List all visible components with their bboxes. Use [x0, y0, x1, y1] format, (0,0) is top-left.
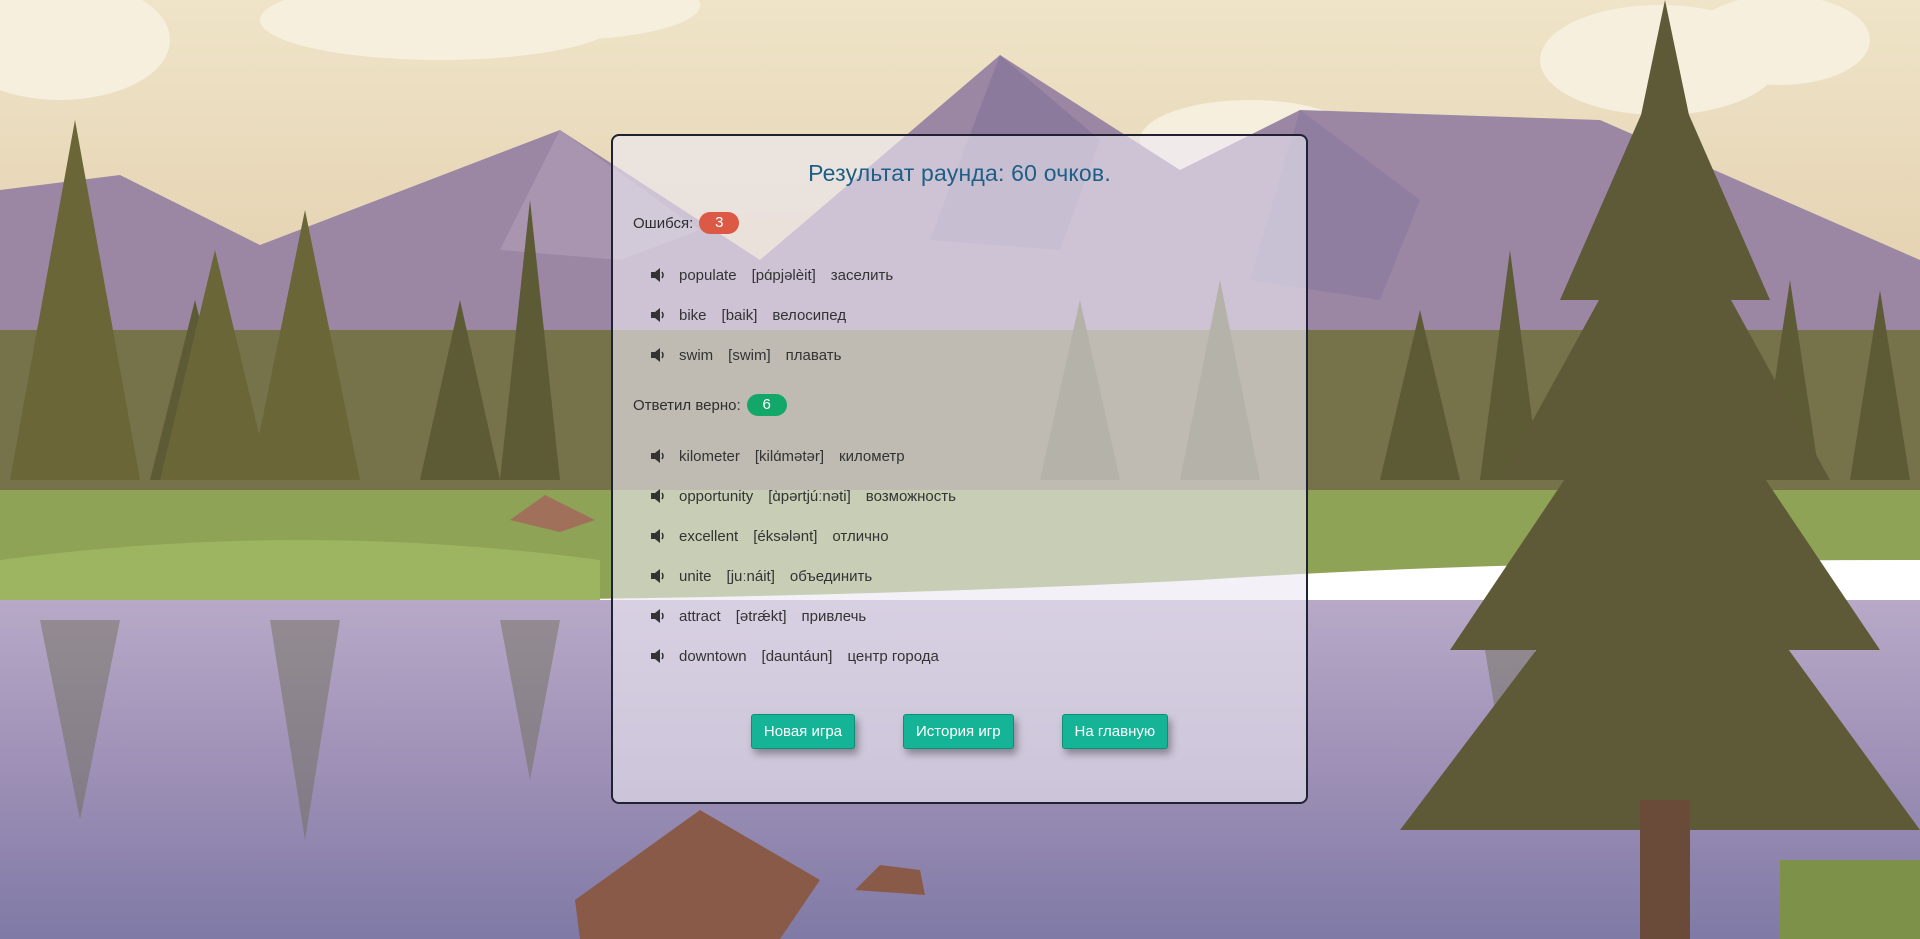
list-item: bike [baik] велосипед — [651, 295, 893, 335]
word-translation: привлечь — [801, 607, 867, 625]
list-item: downtown [dauntáun] центр города — [651, 636, 956, 676]
speaker-icon[interactable] — [651, 609, 667, 623]
mistakes-label: Ошибся: — [633, 214, 694, 232]
mistakes-count-badge: 3 — [699, 212, 740, 234]
game-history-button[interactable]: История игр — [903, 714, 1014, 749]
speaker-icon[interactable] — [651, 569, 667, 583]
action-buttons: Новая игра История игр На главную — [613, 714, 1306, 749]
speaker-icon[interactable] — [651, 529, 667, 543]
new-game-button[interactable]: Новая игра — [750, 714, 856, 749]
round-result-title: Результат раунда: 60 очков. — [808, 160, 1111, 186]
word-translation: объединить — [789, 567, 873, 585]
word-english: kilometer — [679, 447, 740, 465]
speaker-icon[interactable] — [651, 489, 667, 503]
list-item: excellent [éksələnt] отлично — [651, 516, 956, 556]
speaker-icon[interactable] — [651, 268, 667, 282]
word-translation: центр города — [847, 647, 939, 665]
word-english: downtown — [679, 647, 747, 665]
correct-word-list: kilometer [kilɑ́mətər] километр opportun… — [651, 436, 956, 676]
list-item: opportunity [ɑ̀pərtjúːnəti] возможность — [651, 476, 956, 516]
list-item: attract [ətrǽkt] привлечь — [651, 596, 956, 636]
results-panel: Результат раунда: 60 очков. Ошибся: 3 po… — [611, 134, 1308, 804]
word-english: attract — [679, 607, 721, 625]
correct-label: Ответил верно: — [633, 396, 741, 414]
word-transcription: [ətrǽkt] — [735, 607, 787, 625]
mistakes-section-label: Ошибся: 3 — [633, 212, 740, 234]
word-translation: велосипед — [772, 306, 847, 324]
word-transcription: [kilɑ́mətər] — [754, 447, 825, 465]
word-english: excellent — [679, 527, 739, 545]
speaker-icon[interactable] — [651, 449, 667, 463]
speaker-icon[interactable] — [651, 649, 667, 663]
word-english: unite — [679, 567, 712, 585]
speaker-icon[interactable] — [651, 308, 667, 322]
word-transcription: [baik] — [721, 306, 758, 324]
word-english: opportunity — [679, 487, 754, 505]
word-translation: отлично — [832, 527, 889, 545]
word-translation: возможность — [865, 487, 956, 505]
word-transcription: [pɑ́pjəlèit] — [751, 266, 816, 284]
list-item: kilometer [kilɑ́mətər] километр — [651, 436, 956, 476]
word-translation: километр — [839, 447, 905, 465]
word-translation: заселить — [830, 266, 894, 284]
list-item: unite [juːnáit] объединить — [651, 556, 956, 596]
speaker-icon[interactable] — [651, 348, 667, 362]
list-item: swim [swim] плавать — [651, 335, 893, 375]
home-button[interactable]: На главную — [1061, 714, 1169, 749]
word-transcription: [dauntáun] — [761, 647, 833, 665]
word-english: populate — [679, 266, 737, 284]
word-transcription: [juːnáit] — [726, 567, 775, 585]
word-transcription: [swim] — [728, 346, 771, 364]
word-english: swim — [679, 346, 714, 364]
word-transcription: [ɑ̀pərtjúːnəti] — [768, 487, 851, 505]
correct-section-label: Ответил верно: 6 — [633, 394, 787, 416]
word-translation: плавать — [785, 346, 842, 364]
list-item: populate [pɑ́pjəlèit] заселить — [651, 255, 893, 295]
correct-count-badge: 6 — [746, 394, 787, 416]
mistakes-word-list: populate [pɑ́pjəlèit] заселить bike [bai… — [651, 255, 893, 375]
word-transcription: [éksələnt] — [753, 527, 818, 545]
word-english: bike — [679, 306, 707, 324]
